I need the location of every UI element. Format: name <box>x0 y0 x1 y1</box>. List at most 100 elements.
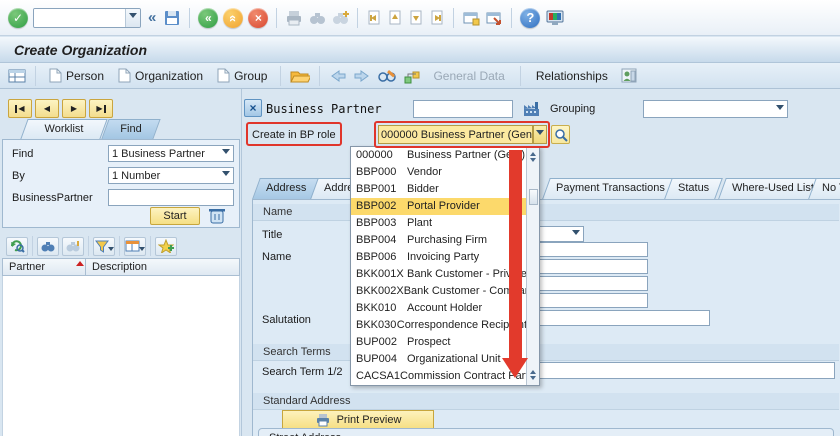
close-locator-button[interactable]: × <box>244 99 262 117</box>
locator-grid-icon[interactable] <box>8 68 26 84</box>
print-preview-label: Print Preview <box>336 413 402 426</box>
previous-page-icon[interactable] <box>387 9 403 27</box>
last-page-icon[interactable] <box>429 9 445 27</box>
find-next-icon[interactable] <box>331 10 350 26</box>
create-person-button[interactable]: Person <box>45 66 108 85</box>
name-label: Name <box>262 251 292 263</box>
help-icon[interactable]: ? <box>520 7 541 28</box>
dropdown-scrollbar[interactable] <box>526 147 539 385</box>
exit-icon[interactable]: × <box>248 7 269 28</box>
clear-list-trash-button[interactable] <box>206 205 228 229</box>
panel-divider <box>241 89 242 436</box>
page-up-icon[interactable]: « <box>223 7 244 28</box>
bp-role-option[interactable]: BBP002 Portal Provider <box>351 198 527 215</box>
result-list-toolbar <box>6 236 177 256</box>
scroll-down-icon[interactable] <box>530 158 536 165</box>
save-icon[interactable] <box>163 9 181 27</box>
annotation-arrow-head <box>502 358 528 378</box>
title-label: Title <box>262 229 283 241</box>
new-session-icon[interactable] <box>462 10 480 26</box>
hide-toolbar-icon[interactable]: « <box>146 9 158 26</box>
open-bp-icon[interactable] <box>290 68 311 84</box>
bp-role-option[interactable]: CACSA1 Commission Contract Part. <box>351 368 531 385</box>
bp-role-option[interactable]: BKK002X Bank Customer - Company <box>351 283 536 300</box>
find-in-list-button[interactable] <box>37 236 59 256</box>
scroll-up-icon[interactable] <box>530 367 536 374</box>
back-icon[interactable]: « <box>198 7 219 28</box>
command-field[interactable] <box>33 7 141 28</box>
add-to-favorites-button[interactable] <box>155 236 177 256</box>
customize-layout-icon[interactable] <box>545 9 565 27</box>
scroll-up-icon[interactable] <box>530 149 536 156</box>
result-table-body[interactable] <box>2 276 240 436</box>
first-page-icon[interactable] <box>366 9 382 27</box>
layout-button[interactable] <box>124 236 146 256</box>
general-data-button[interactable]: General Data <box>427 67 510 85</box>
by-select[interactable]: 1 Number <box>108 167 234 184</box>
grouping-label: Grouping <box>550 103 596 115</box>
start-button[interactable]: Start <box>150 207 200 225</box>
next-record-button[interactable]: ▶ <box>62 99 86 118</box>
standard-address-section-header: Standard Address <box>253 393 839 410</box>
find-label: Find <box>12 148 34 160</box>
column-header-partner[interactable]: Partner <box>3 259 86 275</box>
bp-role-options: 000000 Business Partner (Gen.) BBP000 Ve… <box>351 147 536 385</box>
annotation-box-role-label <box>246 122 342 146</box>
relationships-icon[interactable] <box>620 67 638 84</box>
create-organization-label: Organization <box>135 68 204 83</box>
bp-role-option[interactable]: BUP002 Prospect <box>351 334 527 351</box>
next-page-icon[interactable] <box>408 9 424 27</box>
sort-ascending-icon <box>76 257 84 266</box>
scrollbar-thumb[interactable] <box>529 189 538 205</box>
tab-status[interactable]: Status <box>668 178 719 199</box>
last-record-button[interactable]: ▶ <box>89 99 113 118</box>
filter-button[interactable] <box>93 236 115 256</box>
search-term-label: Search Term 1/2 <box>262 366 343 378</box>
bp-role-option[interactable]: BBP004 Purchasing Firm <box>351 232 527 249</box>
scroll-down-icon[interactable] <box>530 376 536 383</box>
refresh-search-button[interactable] <box>6 236 28 256</box>
bp-role-option[interactable]: 000000 Business Partner (Gen.) <box>351 147 527 164</box>
business-partner-search-input[interactable] <box>108 189 234 206</box>
previous-record-button[interactable]: ◀ <box>35 99 59 118</box>
bp-role-option[interactable]: BKK030 Correspondence Recipient <box>351 317 527 334</box>
grouping-select[interactable] <box>643 100 788 118</box>
find-next-in-list-button[interactable] <box>62 236 84 256</box>
tab-no-title[interactable]: No Title <box>812 178 840 199</box>
bp-role-option[interactable]: BBP006 Invoicing Party <box>351 249 527 266</box>
find-icon[interactable] <box>308 10 326 26</box>
bp-role-option[interactable]: BBP001 Bidder <box>351 181 527 198</box>
tab-worklist[interactable]: Worklist <box>24 119 104 139</box>
bp-role-option[interactable]: BBP003 Plant <box>351 215 527 232</box>
create-shortcut-icon[interactable] <box>485 10 503 26</box>
command-dropdown-icon[interactable] <box>125 8 140 27</box>
display-change-icon[interactable] <box>377 68 397 84</box>
possible-entries-button[interactable] <box>551 125 570 144</box>
new-document-icon <box>217 68 230 83</box>
tab-find[interactable]: Find <box>105 119 157 139</box>
column-header-description[interactable]: Description <box>86 259 239 275</box>
print-preview-button[interactable]: Print Preview <box>282 410 434 429</box>
bp-role-option[interactable]: BKK010 Account Holder <box>351 300 527 317</box>
create-organization-button[interactable]: Organization <box>114 66 207 85</box>
first-record-button[interactable]: ◀ <box>8 99 32 118</box>
enter-icon[interactable]: ✓ <box>8 7 28 28</box>
find-select[interactable]: 1 Business Partner <box>108 145 234 162</box>
result-table-header: Partner Description <box>2 258 240 276</box>
next-bp-arrow-icon[interactable] <box>353 68 371 84</box>
salutation-label: Salutation <box>262 314 311 326</box>
org-structure-icon[interactable] <box>403 68 421 84</box>
create-group-button[interactable]: Group <box>213 66 271 85</box>
business-partner-input[interactable] <box>413 100 513 118</box>
command-input[interactable] <box>34 8 125 27</box>
tab-address[interactable]: Address <box>256 178 316 199</box>
previous-bp-arrow-icon[interactable] <box>329 68 347 84</box>
bp-role-option[interactable]: BBP000 Vendor <box>351 164 527 181</box>
tab-payment-transactions[interactable]: Payment Transactions <box>546 178 675 199</box>
print-icon[interactable] <box>285 10 303 26</box>
factory-icon[interactable] <box>522 100 541 121</box>
relationships-button[interactable]: Relationships <box>530 67 614 85</box>
bp-role-option[interactable]: BUP004 Organizational Unit <box>351 351 527 368</box>
create-group-label: Group <box>234 68 268 83</box>
bp-role-option[interactable]: BKK001X Bank Customer - Private <box>351 266 527 283</box>
